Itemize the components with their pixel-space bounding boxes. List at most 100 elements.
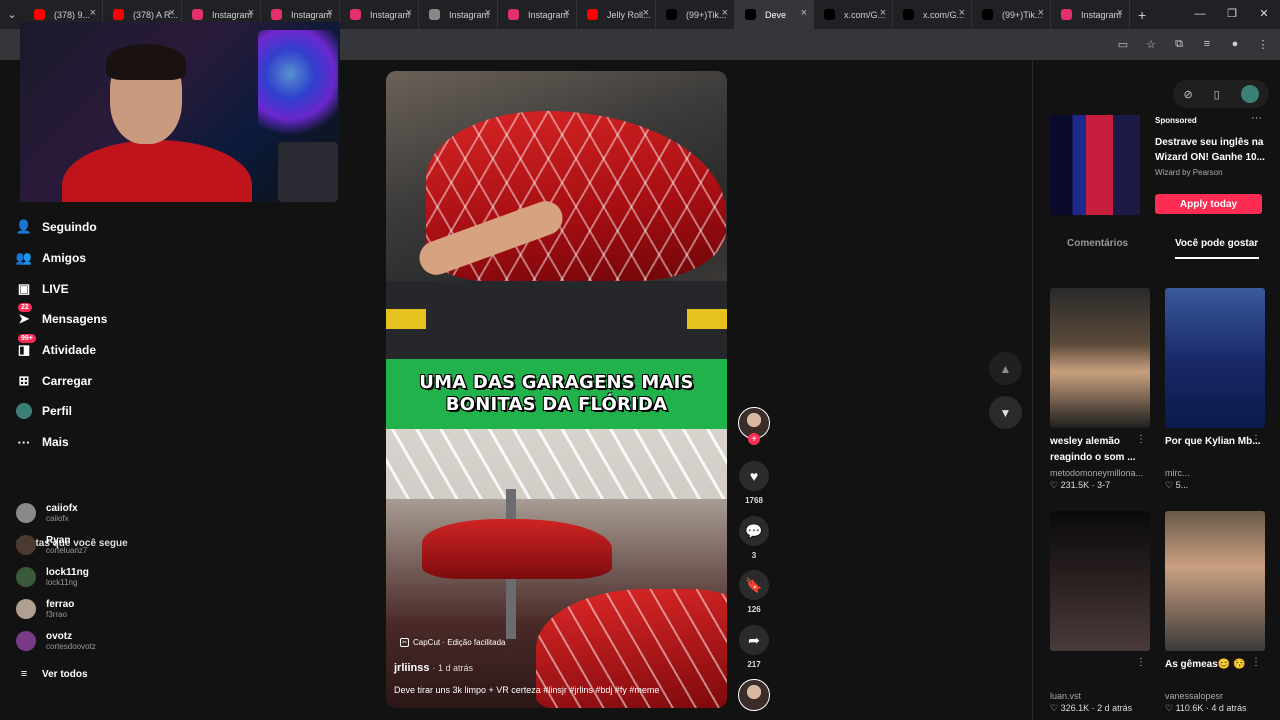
card-title[interactable] [1050, 657, 1150, 689]
youtube-icon [113, 9, 124, 20]
video-card[interactable]: As gêmeas😊 😚 vanessalopesr ♡ 110.6K · 4 d … [1165, 511, 1265, 714]
follow-plus-icon[interactable]: + [748, 433, 760, 445]
close-tab-icon[interactable]: × [880, 7, 886, 19]
browser-tab[interactable]: Jelly Roll... × [577, 0, 656, 29]
my-avatar[interactable] [1240, 85, 1259, 103]
card-title[interactable]: wesley alemão reagindo o som ... [1050, 434, 1150, 466]
activity-icon: ◨ [17, 342, 31, 357]
music-avatar[interactable] [738, 679, 770, 711]
close-tab-icon[interactable]: × [722, 7, 728, 19]
list-icon: ≡ [20, 668, 28, 680]
apply-today-button[interactable]: Apply today [1155, 194, 1262, 214]
video-card[interactable]: Por que Kylian Mb... mirc... ♡ 5... ⋮ [1165, 288, 1265, 491]
close-tab-icon[interactable]: × [801, 7, 807, 19]
browser-menu-icon[interactable]: ⋮ [1256, 37, 1270, 51]
account-name: ferrao [46, 599, 75, 610]
card-more-icon[interactable]: ⋮ [1251, 657, 1261, 668]
followed-account[interactable]: ferrao f3rrao [16, 599, 74, 619]
nav-item-carregar[interactable]: ⊞ Carregar [16, 373, 92, 389]
previous-video-button[interactable]: ▲ [989, 352, 1022, 385]
browser-tab[interactable]: x.com/G... × [893, 0, 972, 29]
video-thumbnail[interactable] [1165, 511, 1265, 651]
card-more-icon[interactable]: ⋮ [1251, 434, 1261, 445]
close-tab-icon[interactable]: × [643, 7, 649, 19]
close-tab-icon[interactable]: × [1117, 7, 1123, 19]
followed-account[interactable]: lock11ng lock11ng [16, 567, 89, 587]
browser-tab[interactable]: Instagram × [1051, 0, 1130, 29]
browser-tab[interactable]: (99+)Tik... × [972, 0, 1051, 29]
tab-search-icon[interactable]: ⌄ [0, 8, 24, 21]
card-author[interactable]: luan.vst [1050, 691, 1150, 701]
video-thumbnail[interactable] [1165, 288, 1265, 428]
phone-icon[interactable]: ▯ [1214, 88, 1220, 101]
close-tab-icon[interactable]: × [90, 7, 96, 19]
nav-item-perfil[interactable]: Perfil [16, 403, 72, 419]
followed-account[interactable]: ovotz cortesdoovotz [16, 631, 96, 651]
nav-item-mais[interactable]: ··· Mais [16, 434, 69, 450]
video-thumbnail[interactable] [1050, 511, 1150, 651]
tab-you-may-like[interactable]: Você pode gostar [1175, 238, 1260, 259]
like-button[interactable]: ♥ 1768 [738, 461, 770, 505]
browser-tab[interactable]: (99+)Tik... × [656, 0, 735, 29]
card-more-icon[interactable]: ⋮ [1136, 657, 1146, 668]
see-all-link[interactable]: ≡ Ver todos [16, 666, 88, 682]
close-window-button[interactable]: ✕ [1248, 0, 1280, 29]
browser-tab[interactable]: Deve × [735, 0, 814, 29]
capcut-tag[interactable]: ✂ CapCut · Edição facilitada [400, 638, 506, 647]
card-author[interactable]: mirc... [1165, 468, 1265, 478]
video-author[interactable]: jrliinss · 1 d atrás [394, 662, 473, 674]
profile-icon[interactable]: ● [1228, 37, 1242, 51]
close-tab-icon[interactable]: × [169, 7, 175, 19]
followed-account[interactable]: caiiofx caiiofx [16, 503, 78, 523]
media-icon[interactable]: ≡ [1200, 37, 1214, 51]
close-tab-icon[interactable]: × [248, 7, 254, 19]
ad-thumbnail[interactable] [1050, 115, 1140, 215]
nav-item-atividade[interactable]: ◨ 99+ Atividade [16, 334, 96, 358]
account-handle: f3rrao [46, 610, 67, 619]
browser-tab[interactable]: Instagram × [498, 0, 577, 29]
next-video-button[interactable]: ▼ [989, 396, 1022, 429]
card-more-icon[interactable]: ⋮ [1136, 434, 1146, 445]
close-tab-icon[interactable]: × [485, 7, 491, 19]
close-tab-icon[interactable]: × [406, 7, 412, 19]
nav-item-mensagens[interactable]: ➤ 22 Mensagens [16, 303, 107, 327]
nav-item-seguindo[interactable]: 👤 Seguindo [16, 219, 97, 235]
share-button[interactable]: ➦ 217 [738, 625, 770, 669]
new-tab-button[interactable]: + [1138, 7, 1146, 23]
maximize-button[interactable]: ❐ [1216, 0, 1248, 29]
minimize-button[interactable]: — [1184, 0, 1216, 29]
browser-tab[interactable]: Instagram × [340, 0, 419, 29]
card-author[interactable]: vanessalopesr [1165, 691, 1265, 701]
ad-more-icon[interactable]: ··· [1251, 112, 1262, 124]
nav-item-live[interactable]: ▣ LIVE [16, 281, 69, 297]
card-author[interactable]: metodomoneymillona... [1050, 468, 1150, 478]
close-tab-icon[interactable]: × [1038, 7, 1044, 19]
close-tab-icon[interactable]: × [564, 7, 570, 19]
compass-icon[interactable]: ⊘ [1183, 88, 1192, 101]
extensions-icon[interactable]: ⧉ [1172, 37, 1186, 51]
cast-icon[interactable]: ▭ [1116, 37, 1130, 51]
nav-item-amigos[interactable]: 👥 Amigos [16, 250, 86, 266]
creator-avatar[interactable]: + [738, 407, 770, 445]
save-button[interactable]: 🔖 126 [738, 570, 770, 614]
tab-comments[interactable]: Comentários [1067, 238, 1128, 249]
video-card[interactable]: wesley alemão reagindo o som ... metodomo… [1050, 288, 1150, 491]
capcut-icon: ✂ [400, 638, 409, 647]
followed-account[interactable]: Ryan corteluanz7 [16, 535, 87, 555]
bookmark-star-icon[interactable]: ☆ [1144, 37, 1158, 51]
x-icon [903, 9, 914, 20]
close-tab-icon[interactable]: × [327, 7, 333, 19]
browser-tab[interactable]: x.com/G... × [814, 0, 893, 29]
close-tab-icon[interactable]: × [959, 7, 965, 19]
comment-button[interactable]: 💬 3 [738, 516, 770, 560]
card-title[interactable]: Por que Kylian Mb... [1165, 434, 1265, 466]
video-thumbnail[interactable] [1050, 288, 1150, 428]
ad-title[interactable]: Destrave seu inglês na Wizard ON! Ganhe … [1155, 136, 1267, 165]
like-count: 1768 [745, 496, 763, 505]
video-card[interactable]: luan.vst ♡ 326.1K · 2 d atrás ⋮ [1050, 511, 1150, 714]
video-top-frame [386, 71, 727, 359]
browser-tab[interactable]: Instagram × [419, 0, 498, 29]
more-icon: ··· [17, 434, 31, 450]
video-player[interactable]: UMA DAS GARAGENS MAIS BONITAS DA FLÓRIDA… [386, 71, 727, 708]
card-title[interactable]: As gêmeas😊 😚 [1165, 657, 1265, 689]
